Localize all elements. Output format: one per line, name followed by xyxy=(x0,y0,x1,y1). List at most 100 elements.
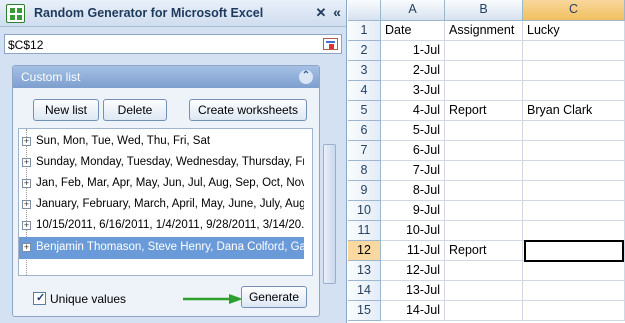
cell-a[interactable]: 8-Jul xyxy=(381,181,445,201)
close-icon[interactable]: ✕ xyxy=(314,4,328,21)
cell-b[interactable] xyxy=(445,281,523,301)
random-generator-pane: Random Generator for Microsoft Excel ✕ «… xyxy=(0,0,347,323)
collapse-pane-icon[interactable]: « xyxy=(330,4,344,21)
new-list-button[interactable]: New list xyxy=(33,99,99,121)
expand-icon[interactable]: + xyxy=(22,137,31,146)
column-header-b[interactable]: B xyxy=(445,0,523,21)
expand-icon[interactable]: + xyxy=(22,221,31,230)
cell-c[interactable] xyxy=(523,301,625,321)
cell-b[interactable]: Assignment xyxy=(445,21,523,41)
cell-a[interactable]: 1-Jul xyxy=(381,41,445,61)
cell-a[interactable]: 12-Jul xyxy=(381,261,445,281)
cell-b[interactable] xyxy=(445,141,523,161)
cell-c[interactable] xyxy=(523,281,625,301)
delete-button[interactable]: Delete xyxy=(103,99,167,121)
range-address-input[interactable]: $C$12 xyxy=(4,34,342,54)
custom-list-box[interactable]: + Sun, Mon, Tue, Wed, Thu, Fri, Sat + Su… xyxy=(18,128,313,276)
pane-title-bar: Random Generator for Microsoft Excel ✕ « xyxy=(0,0,346,27)
cell-a[interactable]: 2-Jul xyxy=(381,61,445,81)
cell-c[interactable] xyxy=(523,41,625,61)
cell-c[interactable] xyxy=(523,181,625,201)
expand-icon[interactable]: + xyxy=(22,243,31,252)
generate-button[interactable]: Generate xyxy=(241,286,307,308)
row-header[interactable]: 5 xyxy=(348,101,381,121)
excel-addin-icon xyxy=(6,4,25,23)
cell-b[interactable] xyxy=(445,181,523,201)
list-item[interactable]: + Sun, Mon, Tue, Wed, Thu, Fri, Sat xyxy=(19,131,304,153)
cell-c[interactable]: Bryan Clark xyxy=(523,101,625,121)
cell-c[interactable] xyxy=(523,141,625,161)
cell-c[interactable] xyxy=(523,221,625,241)
row-header[interactable]: 11 xyxy=(348,221,381,241)
list-item[interactable]: + Jan, Feb, Mar, Apr, May, Jun, Jul, Aug… xyxy=(19,173,304,195)
pane-scrollbar[interactable] xyxy=(319,62,340,320)
cell-b[interactable]: Report xyxy=(445,101,523,121)
cell-b[interactable] xyxy=(445,121,523,141)
custom-list-title: Custom list xyxy=(21,70,81,84)
cell-a[interactable]: 13-Jul xyxy=(381,281,445,301)
range-picker-icon[interactable] xyxy=(323,38,338,50)
list-item[interactable]: + January, February, March, April, May, … xyxy=(19,194,304,216)
expand-icon[interactable]: + xyxy=(22,179,31,188)
cell-a[interactable]: 14-Jul xyxy=(381,301,445,321)
cell-c[interactable] xyxy=(523,161,625,181)
list-item-selected[interactable]: + Benjamin Thomason, Steve Henry, Dana C… xyxy=(19,237,304,259)
cell-c[interactable] xyxy=(523,121,625,141)
cell-c[interactable] xyxy=(523,81,625,101)
cell-c[interactable]: Lucky xyxy=(523,21,625,41)
cell-b[interactable] xyxy=(445,41,523,61)
row-header[interactable]: 6 xyxy=(348,121,381,141)
cell-a[interactable]: 11-Jul xyxy=(381,241,445,261)
list-item[interactable]: + Sunday, Monday, Tuesday, Wednesday, Th… xyxy=(19,152,304,174)
collapse-group-icon[interactable]: ⌃ xyxy=(299,70,313,84)
cell-a[interactable]: 6-Jul xyxy=(381,141,445,161)
cell-a[interactable]: 10-Jul xyxy=(381,221,445,241)
row-header[interactable]: 4 xyxy=(348,81,381,101)
cell-b[interactable] xyxy=(445,301,523,321)
green-arrow-icon xyxy=(183,294,243,304)
cell-c[interactable] xyxy=(523,261,625,281)
expand-icon[interactable]: + xyxy=(22,200,31,209)
cell-a[interactable]: 7-Jul xyxy=(381,161,445,181)
row-header[interactable]: 13 xyxy=(348,261,381,281)
cell-b[interactable] xyxy=(445,261,523,281)
cell-a[interactable]: 4-Jul xyxy=(381,101,445,121)
row-header[interactable]: 1 xyxy=(348,21,381,41)
cell-b[interactable] xyxy=(445,221,523,241)
select-all-corner[interactable] xyxy=(348,0,381,21)
row-header[interactable]: 7 xyxy=(348,141,381,161)
expand-icon[interactable]: + xyxy=(22,158,31,167)
unique-values-label: Unique values xyxy=(50,292,127,306)
row-header[interactable]: 3 xyxy=(348,61,381,81)
cell-c[interactable] xyxy=(523,61,625,81)
pane-title: Random Generator for Microsoft Excel xyxy=(34,6,264,20)
cell-b[interactable] xyxy=(445,161,523,181)
cell-a[interactable]: Date xyxy=(381,21,445,41)
cell-b[interactable] xyxy=(445,61,523,81)
scrollbar-thumb[interactable] xyxy=(323,144,336,284)
cell-b[interactable]: Report xyxy=(445,241,523,261)
cell-a[interactable]: 3-Jul xyxy=(381,81,445,101)
custom-list-header[interactable]: Custom list ⌃ xyxy=(13,66,319,88)
row-header[interactable]: 9 xyxy=(348,181,381,201)
cell-a[interactable]: 9-Jul xyxy=(381,201,445,221)
column-header-c[interactable]: C xyxy=(523,0,625,21)
row-header[interactable]: 10 xyxy=(348,201,381,221)
worksheet-grid[interactable]: A B C 1 Date Assignment Lucky 2 1-Jul 3 2-Jul 4 3… xyxy=(348,0,625,323)
cell-b[interactable] xyxy=(445,201,523,221)
row-header[interactable]: 14 xyxy=(348,281,381,301)
create-worksheets-button[interactable]: Create worksheets xyxy=(189,99,307,121)
cell-b[interactable] xyxy=(445,81,523,101)
range-address-value: $C$12 xyxy=(8,38,44,52)
checkmark-icon: ✓ xyxy=(36,292,46,304)
cell-a[interactable]: 5-Jul xyxy=(381,121,445,141)
row-header[interactable]: 12 xyxy=(348,241,381,261)
row-header[interactable]: 15 xyxy=(348,301,381,321)
checkbox-box[interactable]: ✓ xyxy=(33,292,46,305)
list-item[interactable]: + 10/15/2011, 6/16/2011, 1/4/2011, 9/28/… xyxy=(19,215,304,237)
custom-list-group: Custom list ⌃ New list Delete Create wor… xyxy=(12,65,320,317)
row-header[interactable]: 2 xyxy=(348,41,381,61)
cell-c[interactable] xyxy=(523,201,625,221)
row-header[interactable]: 8 xyxy=(348,161,381,181)
column-header-a[interactable]: A xyxy=(381,0,445,21)
